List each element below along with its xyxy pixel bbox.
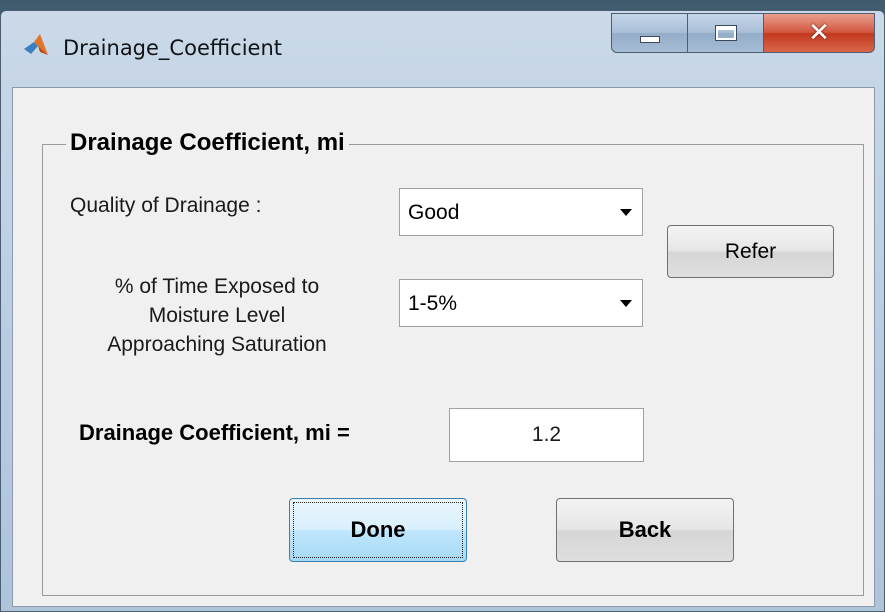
drainage-coefficient-output[interactable]: 1.2 bbox=[449, 408, 644, 462]
back-button[interactable]: Back bbox=[556, 498, 734, 562]
maximize-button[interactable] bbox=[687, 13, 764, 53]
minimize-button[interactable] bbox=[611, 13, 688, 53]
maximize-icon bbox=[714, 25, 737, 41]
chevron-down-icon[interactable] bbox=[620, 300, 632, 307]
done-button[interactable]: Done bbox=[289, 498, 467, 562]
minimize-icon bbox=[639, 35, 660, 43]
matlab-icon bbox=[24, 34, 48, 55]
group-title: Drainage Coefficient, mi bbox=[66, 129, 349, 157]
time-exposed-label: % of Time Exposed to Moisture Level Appr… bbox=[77, 272, 357, 359]
time-exposed-label-line-3: Approaching Saturation bbox=[107, 333, 327, 356]
close-icon: ✕ bbox=[808, 18, 830, 48]
close-button[interactable]: ✕ bbox=[763, 13, 875, 53]
done-button-label: Done bbox=[350, 517, 406, 542]
title-bar[interactable]: Drainage_Coefficient ✕ bbox=[1, 11, 884, 73]
quality-of-drainage-value: Good bbox=[408, 201, 460, 224]
app-window: Drainage_Coefficient ✕ Drainage Coeffici… bbox=[0, 10, 885, 612]
quality-of-drainage-select[interactable]: Good bbox=[399, 188, 643, 236]
time-exposed-label-line-1: % of Time Exposed to bbox=[114, 275, 320, 298]
refer-button[interactable]: Refer bbox=[667, 225, 834, 278]
window-title: Drainage_Coefficient bbox=[63, 36, 283, 60]
time-exposed-value: 1-5% bbox=[408, 292, 458, 315]
time-exposed-select[interactable]: 1-5% bbox=[399, 279, 643, 327]
time-exposed-label-line-2: Moisture Level bbox=[148, 304, 286, 327]
chevron-down-icon[interactable] bbox=[620, 209, 632, 216]
dialog-content: Drainage Coefficient, mi Quality of Drai… bbox=[12, 87, 875, 607]
drainage-coefficient-label: Drainage Coefficient, mi = bbox=[79, 420, 350, 445]
quality-of-drainage-label: Quality of Drainage : bbox=[70, 194, 262, 217]
